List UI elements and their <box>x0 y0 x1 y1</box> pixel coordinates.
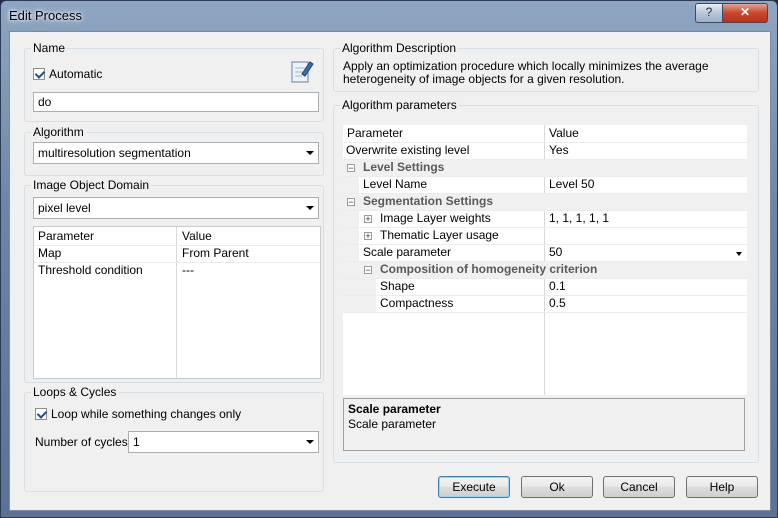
param-overwrite-level[interactable]: Overwrite existing level <box>346 142 469 159</box>
collapse-icon[interactable]: − <box>347 164 355 173</box>
title-bar[interactable]: Edit Process ? ✕ <box>1 1 777 31</box>
ok-button[interactable]: Ok <box>521 476 593 498</box>
section-level-settings: Level Settings <box>363 160 445 174</box>
collapse-icon[interactable]: − <box>347 198 355 207</box>
number-of-cycles-label: Number of cycles <box>35 435 128 449</box>
automatic-label: Automatic <box>49 67 103 81</box>
execute-button[interactable]: Execute <box>438 476 510 498</box>
param-thematic-layer-usage[interactable]: Thematic Layer usage <box>380 227 499 244</box>
domain-select[interactable]: pixel level <box>33 197 319 219</box>
loop-while-changes-checkbox[interactable] <box>35 408 47 420</box>
domain-group-label: Image Object Domain <box>31 178 152 192</box>
indent-shade <box>343 296 376 312</box>
param-overwrite-level-value[interactable]: Yes <box>549 142 569 159</box>
close-button[interactable]: ✕ <box>722 3 768 23</box>
domain-row-value[interactable]: --- <box>182 262 194 279</box>
indent-shade <box>343 228 359 244</box>
parameter-info-box: Scale parameter Scale parameter <box>343 398 745 451</box>
algorithm-description-text: Apply an optimization procedure which lo… <box>343 59 709 86</box>
param-compactness-value[interactable]: 0.5 <box>549 295 566 312</box>
process-name-input[interactable]: do <box>33 92 319 112</box>
domain-row-value[interactable]: From Parent <box>182 245 249 262</box>
info-text: Scale parameter <box>348 417 437 431</box>
domain-row-parameter[interactable]: Map <box>38 245 61 262</box>
expand-icon[interactable]: + <box>364 232 372 241</box>
algorithm-group-label: Algorithm <box>31 125 86 139</box>
indent-shade <box>343 177 359 193</box>
window-title: Edit Process <box>9 8 82 23</box>
param-level-name-value[interactable]: Level 50 <box>549 176 594 193</box>
name-group-label: Name <box>31 41 68 55</box>
number-of-cycles-value: 1 <box>133 435 140 449</box>
section-segmentation-settings: Segmentation Settings <box>363 194 494 208</box>
params-header-value: Value <box>549 126 579 140</box>
param-shape[interactable]: Shape <box>380 278 415 295</box>
param-compactness[interactable]: Compactness <box>380 295 453 312</box>
help-button[interactable]: Help <box>686 476 758 498</box>
cancel-button[interactable]: Cancel <box>603 476 675 498</box>
number-of-cycles-select[interactable]: 1 <box>128 431 319 453</box>
params-group-label: Algorithm parameters <box>340 98 459 112</box>
edit-document-icon[interactable] <box>290 58 314 84</box>
domain-parameter-table: Parameter Value Map From Parent Threshol… <box>33 226 321 379</box>
param-level-name[interactable]: Level Name <box>363 176 427 193</box>
indent-shade <box>343 279 376 295</box>
loops-group-label: Loops & Cycles <box>31 385 119 399</box>
chevron-down-icon <box>306 206 314 210</box>
automatic-checkbox[interactable] <box>33 68 45 80</box>
domain-row-parameter[interactable]: Threshold condition <box>38 262 143 279</box>
chevron-down-icon <box>306 151 314 155</box>
algorithm-select-value: multiresolution segmentation <box>38 146 191 160</box>
domain-header-value: Value <box>182 229 212 243</box>
param-shape-value[interactable]: 0.1 <box>549 278 566 295</box>
row-divider <box>343 312 747 313</box>
section-homogeneity-criterion: Composition of homogeneity criterion <box>380 262 598 276</box>
param-scale-parameter[interactable]: Scale parameter <box>363 244 451 261</box>
loop-while-changes-label: Loop while something changes only <box>51 407 242 421</box>
param-scale-parameter-value[interactable]: 50 <box>549 244 562 261</box>
chevron-down-icon <box>306 440 314 444</box>
param-image-layer-weights-value[interactable]: 1, 1, 1, 1, 1 <box>549 210 609 227</box>
chevron-down-icon[interactable] <box>736 252 742 256</box>
algorithm-parameter-table: Parameter Value Overwrite existing level… <box>343 125 747 395</box>
title-help-button[interactable]: ? <box>695 3 723 23</box>
indent-shade <box>343 245 359 261</box>
description-group-label: Algorithm Description <box>340 41 459 55</box>
domain-select-value: pixel level <box>38 201 91 215</box>
info-title: Scale parameter <box>348 402 441 416</box>
param-image-layer-weights[interactable]: Image Layer weights <box>380 210 491 227</box>
domain-header-parameter: Parameter <box>38 229 95 243</box>
edit-process-dialog: Edit Process ? ✕ Name Automatic do Algor… <box>0 0 778 518</box>
expand-icon[interactable]: + <box>364 215 372 224</box>
collapse-icon[interactable]: − <box>364 266 372 275</box>
dialog-body: Name Automatic do Algorithm multiresolut… <box>9 31 771 511</box>
header-divider <box>34 245 320 246</box>
params-header-parameter: Parameter <box>347 126 404 140</box>
column-divider <box>176 227 177 378</box>
indent-shade <box>343 211 359 227</box>
algorithm-select[interactable]: multiresolution segmentation <box>33 142 319 164</box>
